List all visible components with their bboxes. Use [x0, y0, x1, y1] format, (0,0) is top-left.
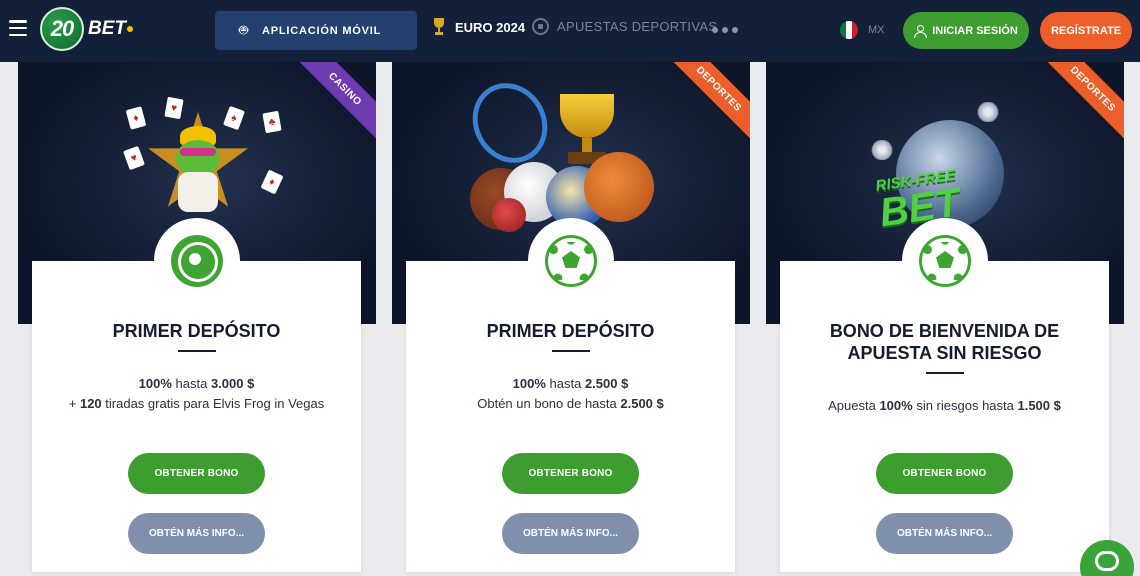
category-ribbon: DEPORTES — [663, 62, 750, 145]
elvis-frog-illustration — [158, 122, 238, 212]
playing-card-icon: ♦ — [125, 106, 147, 130]
stadium-light-graphic — [976, 102, 1000, 122]
mexico-flag-icon — [840, 21, 858, 39]
login-label: INICIAR SESIÓN — [932, 24, 1018, 37]
login-button[interactable]: INICIAR SESIÓN — [903, 12, 1029, 49]
playing-card-icon: ♥ — [123, 145, 145, 171]
nav-item-sports-betting[interactable]: APUESTAS DEPORTIVAS — [532, 18, 717, 35]
category-ribbon: DEPORTES — [1037, 62, 1124, 145]
get-bonus-button[interactable]: OBTENER BONO — [128, 453, 265, 494]
logo-ball-icon: 20 — [40, 7, 84, 51]
android-icon: 🤖︎ — [239, 22, 249, 39]
title-divider — [178, 350, 216, 352]
title-divider — [926, 372, 964, 374]
playing-card-icon: ♣ — [262, 110, 282, 134]
bonus-card-casino: ♦ ♥ ♠ ♣ ♥ ♦ CASINO PRIMER DEPÓSITO 100% … — [18, 62, 376, 576]
title-divider — [552, 350, 590, 352]
playing-card-icon: ♦ — [260, 169, 284, 195]
logo-text: BET — [88, 18, 126, 39]
stadium-light-graphic — [870, 140, 894, 160]
card-title: BONO DE BIENVENIDA DE APUESTA SIN RIESGO — [829, 321, 1060, 363]
soccer-ball-icon — [919, 235, 971, 287]
card-title: PRIMER DEPÓSITO — [486, 321, 655, 341]
nav-euro-label: EURO 2024 — [455, 19, 526, 35]
ball-illustration — [492, 198, 526, 232]
card-icon-badge — [154, 218, 240, 304]
top-navigation-bar: 20 BET 🤖︎ APLICACIÓN MÓVIL EURO 2024 APU… — [0, 0, 1140, 62]
trophy-icon — [432, 18, 446, 36]
card-icon-badge — [902, 218, 988, 304]
card-description: Apuesta 100% sin riesgos hasta 1.500 $ — [828, 398, 1061, 413]
bonus-card-sports: DEPORTES PRIMER DEPÓSITO 100% hasta 2.50… — [392, 62, 750, 576]
more-menu-icon[interactable] — [712, 27, 738, 33]
soccer-ball-icon — [545, 235, 597, 287]
card-icon-badge — [528, 218, 614, 304]
language-code: MX — [868, 24, 885, 36]
register-label: REGÍSTRATE — [1050, 24, 1122, 37]
logo[interactable]: 20 BET — [40, 7, 133, 51]
roulette-icon — [171, 235, 223, 287]
user-icon — [914, 24, 928, 38]
soccer-ball-icon — [532, 18, 549, 35]
card-title: PRIMER DEPÓSITO — [112, 321, 281, 341]
nav-sports-label: APUESTAS DEPORTIVAS — [557, 19, 718, 34]
chat-icon — [1095, 551, 1119, 571]
get-bonus-button[interactable]: OBTENER BONO — [502, 453, 639, 494]
nav-item-euro-2024[interactable]: EURO 2024 — [432, 18, 525, 36]
category-ribbon: CASINO — [289, 62, 376, 145]
tennis-racket-illustration — [458, 69, 562, 177]
card-description: 100% hasta 3.000 $ + 120 tiradas gratis … — [68, 376, 325, 411]
mobile-app-button[interactable]: 🤖︎ APLICACIÓN MÓVIL — [215, 11, 417, 50]
more-info-button[interactable]: OBTÉN MÁS INFO... — [876, 513, 1013, 554]
hamburger-menu-icon[interactable] — [9, 20, 27, 36]
bonus-card-risk-free: RISK-FREE BET DEPORTES BONO DE BIENVENID… — [766, 62, 1124, 576]
basketball-illustration — [584, 152, 654, 222]
register-button[interactable]: REGÍSTRATE — [1040, 12, 1132, 49]
more-info-button[interactable]: OBTÉN MÁS INFO... — [128, 513, 265, 554]
language-selector[interactable]: MX — [840, 21, 885, 39]
more-info-button[interactable]: OBTÉN MÁS INFO... — [502, 513, 639, 554]
get-bonus-button[interactable]: OBTENER BONO — [876, 453, 1013, 494]
playing-card-icon: ♥ — [164, 96, 184, 120]
mobile-app-label: APLICACIÓN MÓVIL — [262, 24, 382, 37]
card-description: 100% hasta 2.500 $ Obtén un bono de hast… — [477, 376, 664, 411]
